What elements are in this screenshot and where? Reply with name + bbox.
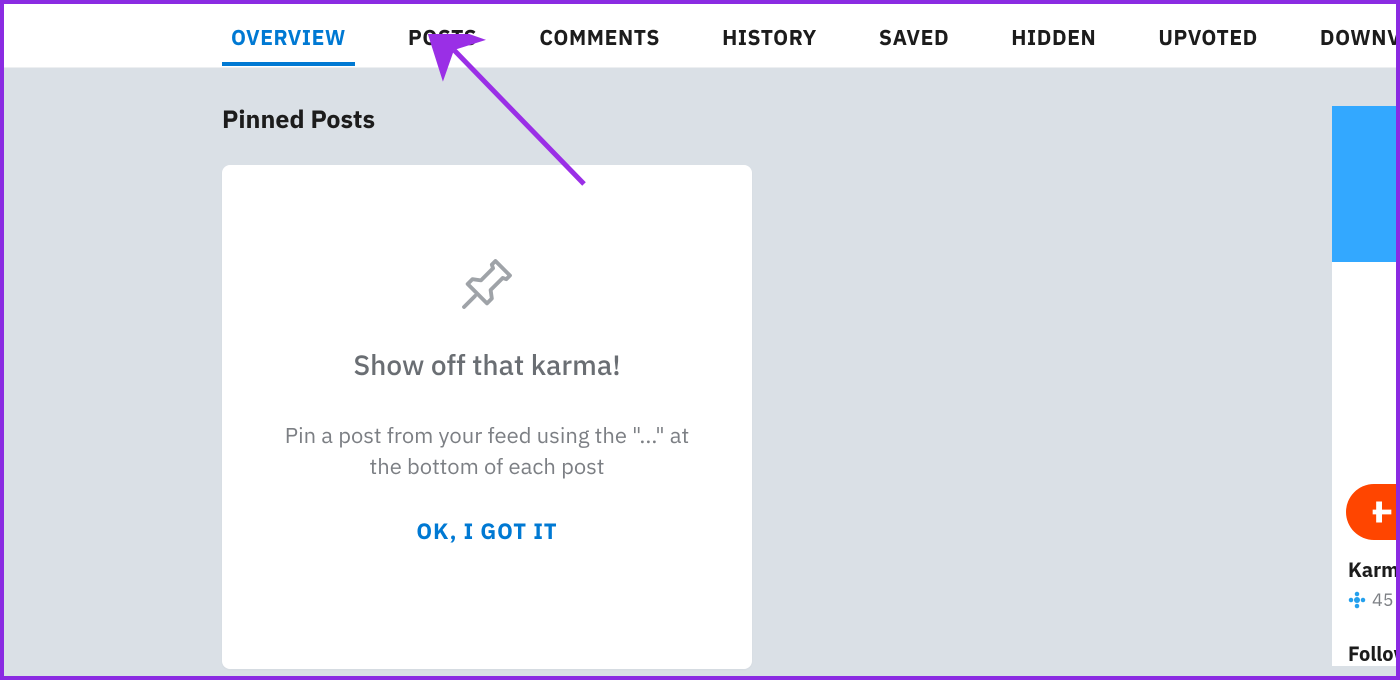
karma-value-row: 45 bbox=[1348, 588, 1394, 611]
content-area: Pinned Posts Show off that karma! Pin a … bbox=[222, 102, 1022, 669]
tab-comments[interactable]: COMMENTS bbox=[530, 6, 669, 66]
karma-icon bbox=[1348, 591, 1366, 609]
tab-history[interactable]: HISTORY bbox=[713, 6, 826, 66]
tab-posts[interactable]: POSTS bbox=[399, 6, 486, 66]
section-title: Pinned Posts bbox=[222, 102, 1022, 135]
tab-saved[interactable]: SAVED bbox=[870, 6, 958, 66]
pin-icon bbox=[458, 255, 516, 318]
pinned-posts-card: Show off that karma! Pin a post from you… bbox=[222, 165, 752, 669]
app-frame: OVERVIEW POSTS COMMENTS HISTORY SAVED HI… bbox=[0, 0, 1400, 680]
pin-card-title: Show off that karma! bbox=[252, 346, 722, 383]
followers-label: Followers bbox=[1348, 640, 1400, 667]
pin-card-description: Pin a post from your feed using the "...… bbox=[277, 421, 697, 483]
sidebar-body: Karma 45 Followers bbox=[1332, 262, 1396, 666]
ok-got-it-button[interactable]: OK, I GOT IT bbox=[416, 517, 557, 546]
profile-tabs: OVERVIEW POSTS COMMENTS HISTORY SAVED HI… bbox=[4, 4, 1396, 68]
profile-sidebar: Karma 45 Followers bbox=[1332, 106, 1396, 666]
style-avatar-button[interactable] bbox=[1346, 484, 1400, 540]
karma-label: Karma bbox=[1348, 556, 1400, 583]
sidebar-banner bbox=[1332, 106, 1396, 262]
tab-hidden[interactable]: HIDDEN bbox=[1002, 6, 1105, 66]
tab-upvoted[interactable]: UPVOTED bbox=[1149, 6, 1267, 66]
tab-downvoted[interactable]: DOWNVOTED bbox=[1311, 6, 1400, 66]
karma-value: 45 bbox=[1372, 588, 1394, 611]
tab-overview[interactable]: OVERVIEW bbox=[222, 6, 355, 66]
